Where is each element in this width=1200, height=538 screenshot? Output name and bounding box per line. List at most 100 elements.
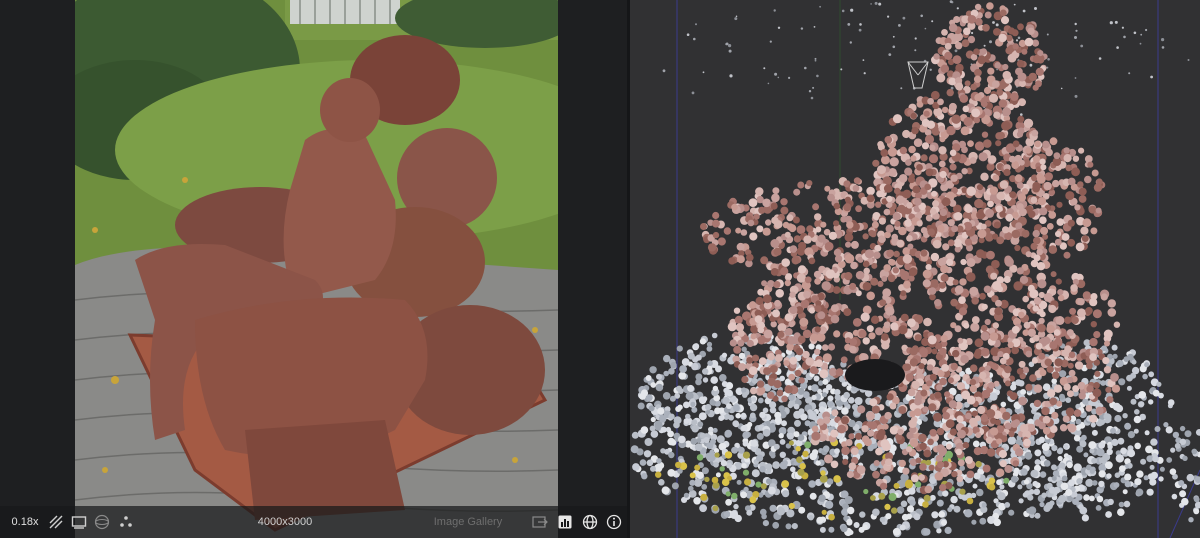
hatch-pattern-icon[interactable] — [46, 506, 66, 538]
cloud-point — [849, 41, 852, 44]
cloud-point — [1002, 411, 1011, 421]
cloud-point — [907, 318, 916, 328]
cloud-point — [772, 309, 780, 318]
cloud-point — [707, 360, 713, 367]
cloud-point — [862, 337, 870, 345]
cloud-point — [883, 321, 891, 329]
cloud-point — [927, 335, 937, 345]
cloud-point — [828, 231, 837, 240]
bar-chart-icon[interactable] — [555, 506, 575, 538]
cloud-point — [751, 377, 758, 384]
sphere-icon[interactable] — [92, 506, 112, 538]
cloud-point — [758, 357, 767, 366]
cloud-point — [1028, 72, 1037, 82]
cloud-point — [926, 120, 936, 129]
cloud-point — [1120, 447, 1127, 455]
cloud-point — [915, 457, 922, 464]
cloud-point — [971, 519, 977, 525]
cloud-point — [774, 220, 783, 229]
cloud-point — [1055, 278, 1062, 285]
cloud-point — [1034, 449, 1042, 457]
cloud-point — [949, 163, 957, 171]
cloud-point — [998, 449, 1007, 459]
cloud-point — [868, 421, 878, 430]
cloud-point — [931, 20, 934, 23]
cloud-point — [892, 114, 903, 124]
cloud-point — [778, 331, 785, 338]
points-icon[interactable] — [116, 506, 136, 538]
cloud-point — [919, 442, 927, 451]
cloud-point — [733, 503, 739, 510]
frame-icon[interactable] — [69, 506, 89, 538]
cloud-point — [643, 450, 652, 458]
cloud-point — [785, 273, 793, 280]
cloud-point — [922, 279, 931, 288]
cloud-point — [1013, 281, 1023, 291]
cloud-point — [985, 436, 993, 444]
cloud-point — [728, 44, 732, 48]
cloud-point — [746, 253, 754, 262]
cloud-point — [940, 64, 950, 73]
cloud-point — [1117, 508, 1125, 516]
cloud-point — [883, 264, 891, 272]
cloud-point — [973, 472, 981, 480]
cloud-point — [964, 456, 973, 465]
camera-marker[interactable] — [907, 61, 929, 89]
cloud-point — [1041, 406, 1050, 416]
cloud-point — [814, 59, 817, 62]
cloud-point — [954, 49, 958, 53]
cloud-point — [781, 420, 787, 427]
cloud-point — [1118, 378, 1126, 386]
info-icon[interactable] — [604, 506, 624, 538]
cloud-point — [870, 230, 877, 238]
cloud-point — [889, 402, 897, 410]
cloud-point — [1095, 207, 1102, 214]
cloud-point — [1017, 36, 1021, 40]
3d-viewport[interactable] — [630, 0, 1200, 538]
cloud-point — [996, 438, 1003, 445]
cloud-point — [902, 129, 911, 139]
cloud-point — [1014, 174, 1023, 183]
cloud-point — [870, 3, 872, 5]
cloud-point — [960, 258, 967, 266]
cloud-point — [689, 472, 696, 479]
cloud-point — [797, 387, 805, 395]
cloud-point — [693, 497, 701, 505]
cloud-point — [923, 449, 932, 458]
cloud-point — [886, 195, 893, 203]
cloud-point — [950, 298, 959, 307]
cloud-point — [883, 184, 893, 193]
cloud-point — [796, 488, 804, 496]
cloud-point — [1046, 66, 1049, 69]
cloud-point — [1152, 455, 1159, 463]
cloud-point — [1191, 448, 1198, 455]
cloud-point — [1025, 251, 1032, 258]
cloud-point — [808, 90, 812, 93]
cloud-point — [939, 170, 947, 179]
cloud-point — [1020, 389, 1027, 395]
cloud-point — [779, 439, 786, 445]
cloud-point — [1023, 118, 1034, 128]
cloud-point — [896, 239, 905, 248]
cloud-point — [1093, 331, 1101, 339]
cloud-point — [1126, 385, 1132, 391]
cloud-point — [742, 440, 749, 447]
zoom-level[interactable]: 0.18x — [8, 506, 42, 538]
cloud-point — [711, 219, 720, 228]
import-icon[interactable] — [530, 506, 550, 538]
cloud-point — [821, 281, 832, 291]
cloud-point — [841, 525, 847, 532]
cloud-point — [931, 190, 938, 197]
image-gallery-button[interactable]: Image Gallery — [428, 506, 508, 538]
cloud-point — [902, 467, 910, 475]
cloud-point — [959, 94, 969, 103]
cloud-point — [904, 167, 913, 176]
cloud-point — [893, 250, 900, 258]
globe-icon[interactable] — [580, 506, 600, 538]
cloud-point — [964, 509, 973, 518]
cloud-point — [1010, 92, 1019, 101]
cloud-point — [984, 318, 991, 326]
cloud-point — [1135, 488, 1144, 496]
cloud-point — [992, 21, 995, 24]
cloud-point — [1116, 46, 1119, 49]
